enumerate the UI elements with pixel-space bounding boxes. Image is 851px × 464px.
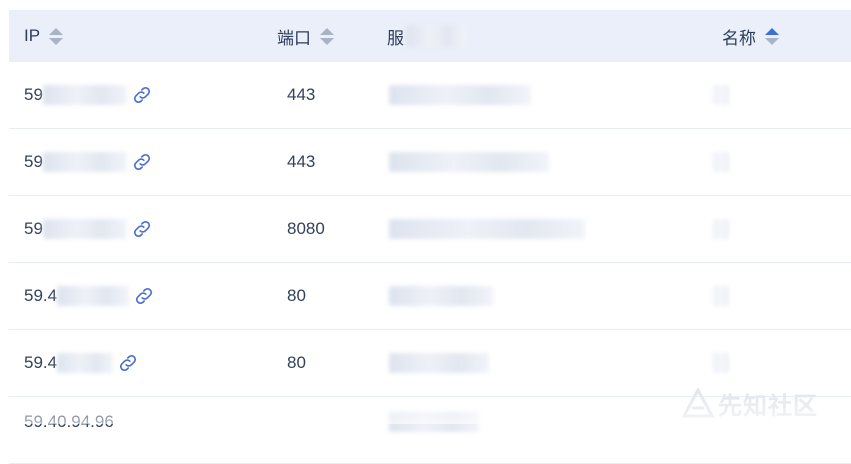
name-column-header[interactable]: 名称 [722,10,779,62]
ip-header-label: IP [24,26,41,45]
port-value: 8080 [287,219,325,238]
redacted-text [713,219,729,239]
port-value: 443 [287,85,316,104]
sort-icon[interactable] [320,27,334,45]
redacted-text [57,353,114,373]
table-row: 59 8080 [9,196,851,263]
ip-cell: 59.40.94.96 [24,389,114,455]
name-cell [713,263,729,329]
service-cell [389,389,479,455]
port-value: 80 [287,286,306,305]
redacted-text [57,286,130,306]
redacted-text [406,25,466,47]
link-icon[interactable] [117,352,139,374]
service-header-label: 服 [387,28,404,48]
table-row: 59 443 [9,129,851,196]
ip-value: 59 [24,219,43,238]
redacted-text [389,353,489,373]
ip-cell: 59.4 [24,263,155,329]
table-header: IP 端口 服 名称 [9,10,851,62]
redacted-text [42,85,127,105]
port-column-header[interactable]: 端口 [277,10,334,62]
name-header-label: 名称 [722,28,756,48]
ip-value: 59 [24,85,43,104]
port-cell: 8080 [287,196,325,262]
sort-icon[interactable] [765,27,779,45]
redacted-text [389,152,549,172]
port-header-label: 端口 [277,28,311,48]
watermark-logo-icon [682,388,714,418]
port-cell: 80 [287,330,306,396]
ip-cell: 59 [24,62,153,128]
redacted-text [713,152,729,172]
service-cell [389,263,493,329]
sort-icon[interactable] [49,27,64,45]
ip-value: 59.40.94.96 [24,412,114,431]
port-value: 443 [287,152,316,171]
watermark-text: 先知社区 [718,392,818,420]
table-row: 59 443 [9,62,851,129]
redacted-text [389,412,479,432]
service-cell [389,62,531,128]
name-cell [713,196,729,262]
name-cell [713,129,729,195]
redacted-text [713,353,729,373]
service-column-header[interactable]: 服 [387,10,466,62]
redacted-text [389,85,531,105]
redacted-text [389,219,585,239]
port-cell: 80 [287,263,306,329]
service-cell [389,129,549,195]
redacted-text [713,286,729,306]
link-icon[interactable] [131,151,153,173]
ip-cell: 59.4 [24,330,139,396]
ip-value: 59.4 [24,353,58,372]
redacted-text [713,85,729,105]
ip-column-header[interactable]: IP [24,10,64,62]
service-cell [389,330,489,396]
link-icon[interactable] [133,285,155,307]
ip-cell: 59 [24,196,153,262]
service-cell [389,196,585,262]
link-icon[interactable] [131,84,153,106]
ip-cell: 59 [24,129,153,195]
link-icon[interactable] [131,218,153,240]
port-cell: 443 [287,62,315,128]
port-cell: 443 [287,129,315,195]
name-cell [713,62,729,128]
redacted-text [389,286,493,306]
port-value: 80 [287,353,306,372]
table-row: 59.4 80 [9,263,851,330]
ip-value: 59.4 [24,286,58,305]
watermark: 先知社区 [682,386,818,420]
redacted-text [42,219,127,239]
ip-value: 59 [24,152,43,171]
redacted-text [42,152,127,172]
